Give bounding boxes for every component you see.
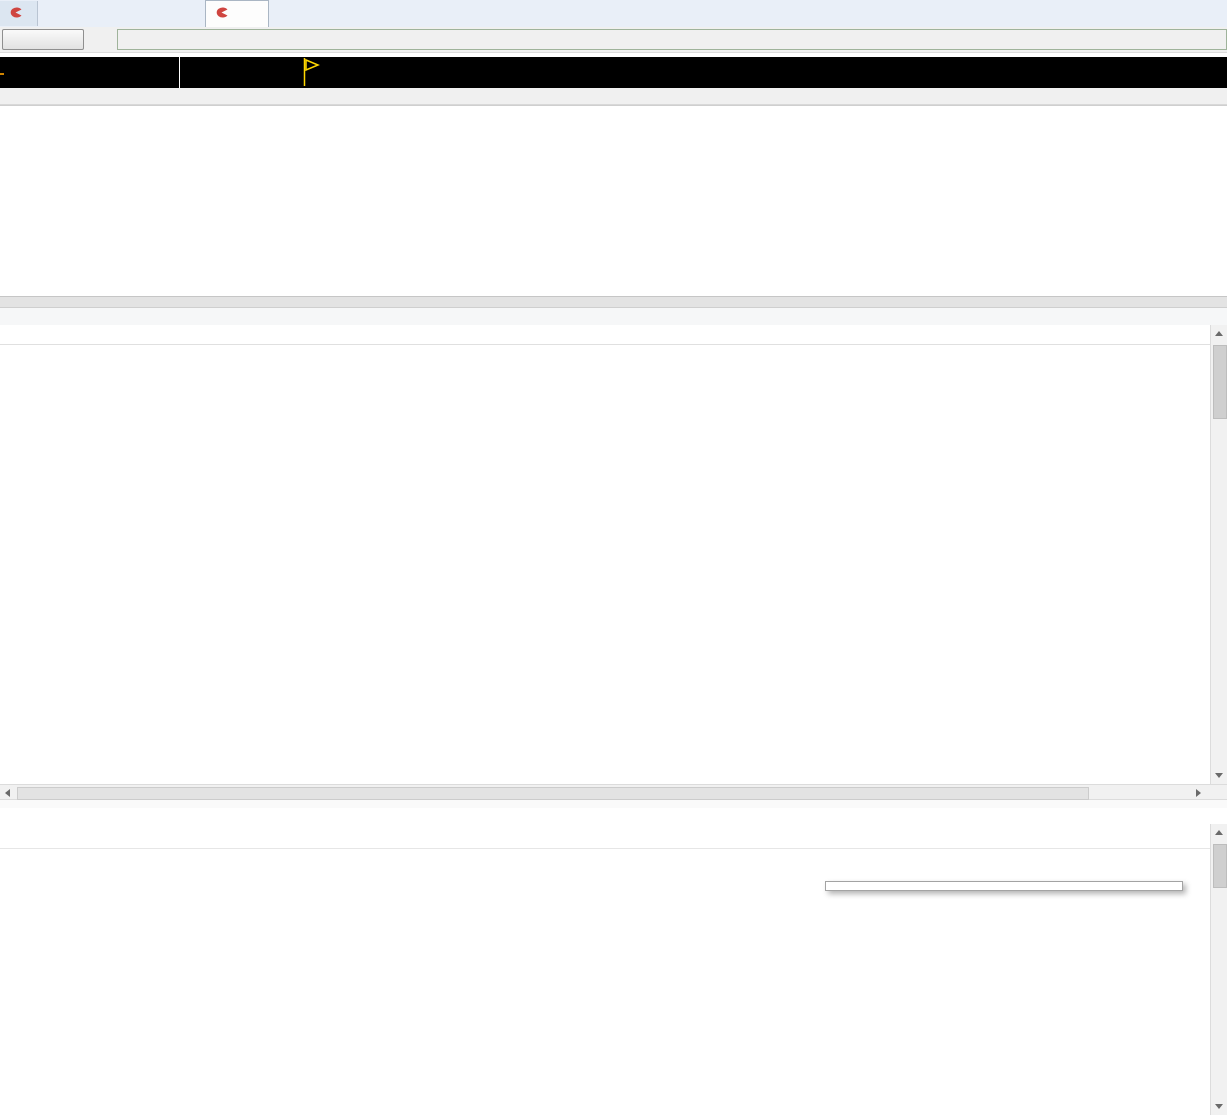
node-map-panel[interactable]: [0, 105, 1227, 297]
network-analyzer-window: { "tabs": [ {"label": "battery server te…: [0, 0, 1227, 1115]
events-column-headers: [0, 824, 1210, 849]
panel-gap: [0, 800, 1227, 808]
transmission-line: [131, 147, 943, 149]
transactions-table: [0, 345, 1210, 785]
editor-tab-bar: [0, 0, 1227, 28]
scrollbar-thumb[interactable]: [1213, 844, 1227, 888]
scroll-down-icon[interactable]: [1215, 773, 1223, 778]
analyzer-file-icon: [215, 7, 228, 21]
saved-filters-button[interactable]: [2, 29, 84, 50]
timeline-cursor-line: [179, 57, 180, 88]
scrollbar-thumb[interactable]: [17, 787, 1089, 800]
analyzer-file-icon: [9, 7, 22, 21]
events-vertical-scrollbar[interactable]: [1210, 824, 1227, 1115]
transactions-column-headers: [0, 325, 1210, 345]
activity-waveform: [0, 57, 1227, 88]
status-info-bar: [0, 88, 1227, 105]
events-panel-header: [0, 808, 1227, 824]
scroll-right-icon[interactable]: [1196, 789, 1201, 797]
transactions-panel-header: [0, 308, 1227, 325]
tab-battery-server-test-7-segments[interactable]: [205, 0, 269, 27]
filter-input[interactable]: [117, 29, 1227, 50]
transactions-vertical-scrollbar[interactable]: [1210, 325, 1227, 784]
close-icon[interactable]: [244, 7, 259, 22]
tab-battery-server-test[interactable]: [0, 1, 38, 26]
context-menu: [825, 881, 1183, 891]
scroll-left-icon[interactable]: [5, 789, 10, 797]
time-offset-label: [0, 72, 4, 75]
timeline-strip[interactable]: [0, 57, 1227, 88]
panel-sash[interactable]: [0, 296, 1227, 308]
transactions-horizontal-scrollbar[interactable]: [0, 784, 1227, 800]
scroll-down-icon[interactable]: [1215, 1104, 1223, 1109]
bookmark-flag-icon[interactable]: [303, 58, 321, 87]
scroll-up-icon[interactable]: [1215, 331, 1223, 336]
filter-bar: [0, 27, 1227, 53]
scrollbar-thumb[interactable]: [1213, 345, 1227, 419]
scroll-up-icon[interactable]: [1215, 830, 1223, 835]
